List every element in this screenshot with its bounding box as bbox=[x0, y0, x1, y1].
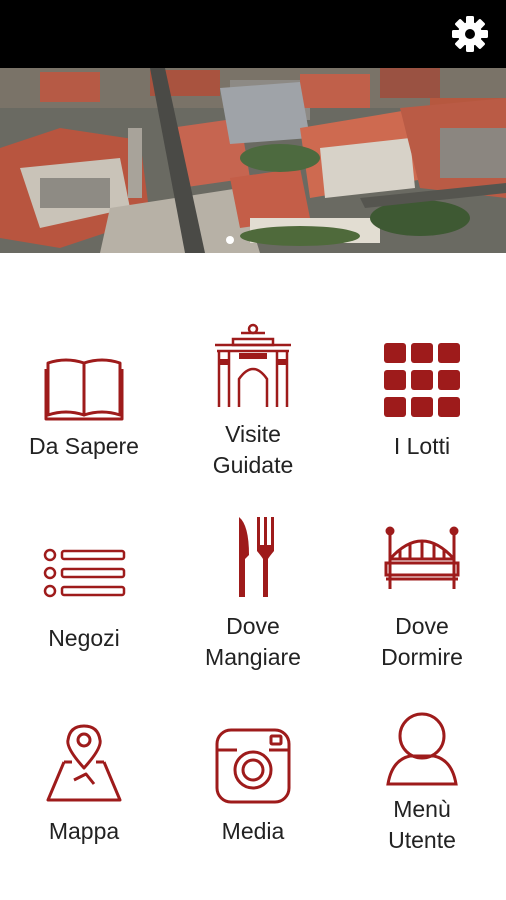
camera-icon bbox=[215, 728, 291, 804]
hero-image-carousel[interactable] bbox=[0, 68, 506, 253]
open-book-icon bbox=[44, 358, 124, 421]
menu-item-i-lotti[interactable]: I Lotti bbox=[338, 323, 506, 513]
menu-item-label: I Lotti bbox=[393, 433, 451, 459]
menu-item-dove-dormire[interactable]: Dove Dormire bbox=[338, 515, 506, 705]
menu-item-label: Visite Guidate bbox=[212, 421, 294, 478]
bed-icon bbox=[384, 526, 460, 589]
menu-item-media[interactable]: Media bbox=[169, 708, 337, 898]
menu-item-da-sapere[interactable]: Da Sapere bbox=[0, 323, 168, 513]
main-menu-grid: Da Sapere Visite Guidate I Lotti Negozi … bbox=[0, 253, 506, 900]
menu-item-visite-guidate[interactable]: Visite Guidate bbox=[169, 323, 337, 513]
menu-item-label: Dove Mangiare bbox=[205, 613, 301, 670]
list-icon bbox=[43, 548, 126, 598]
settings-button[interactable] bbox=[450, 14, 490, 54]
map-pin-icon bbox=[46, 724, 122, 802]
menu-item-dove-mangiare[interactable]: Dove Mangiare bbox=[169, 515, 337, 705]
menu-item-label: Da Sapere bbox=[29, 433, 139, 459]
knife-fork-icon bbox=[239, 517, 274, 597]
menu-item-mappa[interactable]: Mappa bbox=[0, 708, 168, 898]
menu-item-menu-utente[interactable]: Menù Utente bbox=[338, 708, 506, 898]
user-icon bbox=[386, 712, 458, 786]
menu-item-label: Negozi bbox=[48, 625, 120, 651]
top-bar bbox=[0, 0, 506, 68]
menu-item-label: Dove Dormire bbox=[381, 613, 463, 670]
menu-item-label: Menù Utente bbox=[388, 796, 456, 853]
aerial-city-image bbox=[0, 68, 506, 253]
menu-item-label: Mappa bbox=[48, 818, 120, 844]
menu-item-label: Media bbox=[221, 818, 285, 844]
grid-squares-icon bbox=[384, 343, 460, 417]
menu-item-negozi[interactable]: Negozi bbox=[0, 515, 168, 705]
arch-gate-icon bbox=[215, 323, 291, 407]
carousel-page-dot[interactable] bbox=[226, 236, 234, 244]
gear-icon bbox=[452, 16, 488, 52]
